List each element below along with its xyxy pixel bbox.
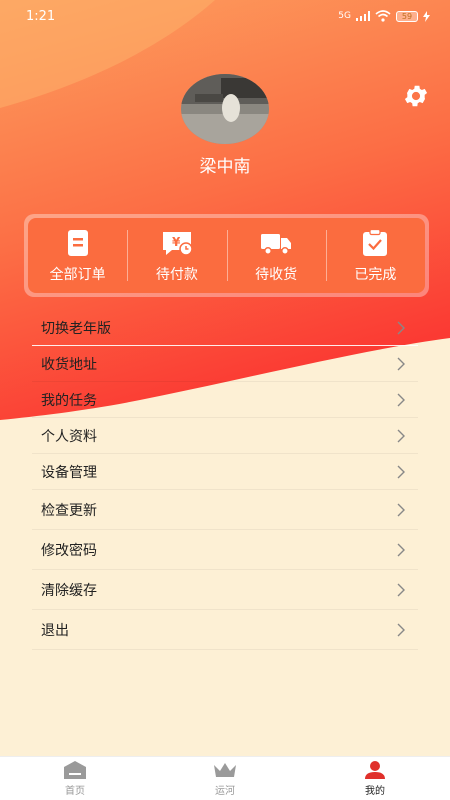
menu-item-label: 退出 bbox=[41, 622, 69, 639]
menu-item-profile[interactable]: 个人资料 bbox=[32, 418, 418, 454]
menu-item-clear-cache[interactable]: 清除缓存 bbox=[32, 570, 418, 610]
menu-item-check-update[interactable]: 检查更新 bbox=[32, 490, 418, 530]
charging-icon bbox=[423, 10, 430, 22]
order-shortcuts: 全部订单 ¥ 待付款 待收货 已完成 bbox=[24, 214, 429, 297]
tab-canal[interactable]: 运河 bbox=[150, 757, 300, 800]
chevron-right-icon bbox=[397, 429, 405, 442]
chevron-right-icon bbox=[397, 393, 405, 406]
battery-icon: 59 bbox=[396, 10, 418, 22]
chevron-right-icon bbox=[397, 583, 405, 596]
tab-mine-label: 我的 bbox=[365, 786, 385, 797]
clipboard-check-icon bbox=[363, 228, 388, 256]
crown-icon bbox=[214, 763, 236, 777]
user-icon bbox=[365, 761, 385, 779]
status-icons: 5G 59 bbox=[338, 10, 430, 22]
menu-item-label: 修改密码 bbox=[41, 542, 97, 559]
menu-item-device-management[interactable]: 设备管理 bbox=[32, 454, 418, 490]
menu-item-label: 切换老年版 bbox=[41, 320, 111, 337]
status-time: 1:21 bbox=[26, 8, 56, 24]
order-completed-button[interactable]: 已完成 bbox=[325, 218, 425, 293]
tab-canal-label: 运河 bbox=[215, 786, 235, 797]
menu-item-my-tasks[interactable]: 我的任务 bbox=[32, 382, 418, 418]
order-shipping-label: 待收货 bbox=[255, 266, 298, 283]
username: 梁中南 bbox=[199, 157, 251, 177]
tab-mine[interactable]: 我的 bbox=[300, 757, 450, 800]
order-shipping-button[interactable]: 待收货 bbox=[226, 218, 326, 293]
menu-item-change-password[interactable]: 修改密码 bbox=[32, 530, 418, 570]
avatar[interactable] bbox=[181, 74, 269, 144]
order-all-button[interactable]: 全部订单 bbox=[28, 218, 127, 293]
tab-home[interactable]: 首页 bbox=[0, 757, 150, 800]
order-unpaid-label: 待付款 bbox=[155, 266, 198, 283]
settings-menu: 切换老年版 收货地址 我的任务 个人资料 设备管理 检查更新 修改密码 清除缓存… bbox=[32, 310, 418, 650]
wifi-icon bbox=[375, 10, 391, 22]
menu-item-label: 我的任务 bbox=[41, 392, 97, 409]
chevron-right-icon bbox=[397, 543, 405, 556]
menu-item-label: 个人资料 bbox=[41, 428, 97, 445]
menu-item-elder-mode[interactable]: 切换老年版 bbox=[32, 310, 418, 346]
menu-item-shipping-address[interactable]: 收货地址 bbox=[32, 346, 418, 382]
home-icon bbox=[64, 761, 86, 779]
signal-icon bbox=[356, 11, 370, 21]
chevron-right-icon bbox=[397, 321, 405, 334]
tab-home-label: 首页 bbox=[65, 786, 85, 797]
menu-item-label: 设备管理 bbox=[41, 464, 97, 481]
chevron-right-icon bbox=[397, 623, 405, 636]
gear-icon[interactable] bbox=[402, 82, 430, 110]
chevron-right-icon bbox=[397, 465, 405, 478]
menu-item-label: 收货地址 bbox=[41, 356, 97, 373]
status-bar: 1:21 5G 59 bbox=[0, 0, 450, 32]
order-unpaid-button[interactable]: ¥ 待付款 bbox=[127, 218, 226, 293]
chevron-right-icon bbox=[397, 503, 405, 516]
chevron-right-icon bbox=[397, 357, 405, 370]
menu-item-label: 清除缓存 bbox=[41, 582, 97, 599]
network-label: 5G bbox=[338, 11, 351, 21]
menu-item-label: 检查更新 bbox=[41, 502, 97, 519]
order-completed-label: 已完成 bbox=[354, 266, 397, 283]
menu-item-logout[interactable]: 退出 bbox=[32, 610, 418, 650]
truck-icon bbox=[261, 233, 292, 255]
payment-pending-icon: ¥ bbox=[162, 231, 193, 256]
bottom-tab-bar: 首页 运河 我的 bbox=[0, 756, 450, 800]
order-all-label: 全部订单 bbox=[49, 266, 106, 283]
order-list-icon bbox=[67, 229, 88, 256]
